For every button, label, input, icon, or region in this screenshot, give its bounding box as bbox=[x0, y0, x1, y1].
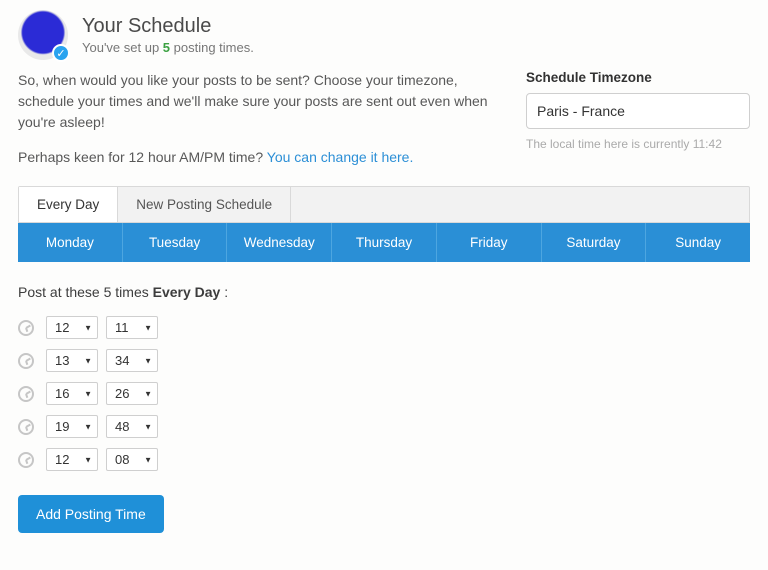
page-title: Your Schedule bbox=[82, 15, 254, 38]
hour-select[interactable]: 16 bbox=[46, 382, 98, 405]
clock-icon bbox=[18, 419, 34, 435]
page-header: ✓ Your Schedule You've set up 5 posting … bbox=[18, 10, 750, 60]
intro-paragraph-1: So, when would you like your posts to be… bbox=[18, 70, 500, 133]
hour-select[interactable]: 12 bbox=[46, 448, 98, 471]
hour-select[interactable]: 19 bbox=[46, 415, 98, 438]
clock-icon bbox=[18, 320, 34, 336]
time-row: 16 26 bbox=[18, 382, 750, 405]
times-list: 12 11 13 34 16 26 19 48 12 08 bbox=[18, 316, 750, 471]
minute-select[interactable]: 34 bbox=[106, 349, 158, 372]
minute-select[interactable]: 26 bbox=[106, 382, 158, 405]
day-monday[interactable]: Monday bbox=[18, 223, 123, 262]
post-times-heading: Post at these 5 times Every Day : bbox=[18, 284, 750, 300]
intro-paragraph-2: Perhaps keen for 12 hour AM/PM time? You… bbox=[18, 147, 500, 168]
day-thursday[interactable]: Thursday bbox=[332, 223, 437, 262]
schedule-tabs: Every Day New Posting Schedule bbox=[18, 186, 750, 223]
post-heading-suffix: : bbox=[220, 284, 228, 300]
header-text: Your Schedule You've set up 5 posting ti… bbox=[82, 15, 254, 55]
intro-p2-prefix: Perhaps keen for 12 hour AM/PM time? bbox=[18, 149, 267, 165]
minute-select[interactable]: 11 bbox=[106, 316, 158, 339]
subtitle-suffix: posting times. bbox=[170, 40, 254, 55]
tab-every-day[interactable]: Every Day bbox=[19, 187, 118, 222]
minute-select[interactable]: 08 bbox=[106, 448, 158, 471]
time-row: 12 08 bbox=[18, 448, 750, 471]
day-tuesday[interactable]: Tuesday bbox=[123, 223, 228, 262]
timezone-input[interactable] bbox=[526, 93, 750, 129]
change-time-format-link[interactable]: You can change it here. bbox=[267, 149, 414, 165]
tab-new-schedule[interactable]: New Posting Schedule bbox=[118, 187, 291, 222]
verified-badge-icon: ✓ bbox=[52, 44, 70, 62]
timezone-section: Schedule Timezone The local time here is… bbox=[526, 70, 750, 168]
clock-icon bbox=[18, 353, 34, 369]
time-row: 19 48 bbox=[18, 415, 750, 438]
intro-text: So, when would you like your posts to be… bbox=[18, 70, 500, 168]
subtitle-prefix: You've set up bbox=[82, 40, 163, 55]
hour-select[interactable]: 12 bbox=[46, 316, 98, 339]
minute-select[interactable]: 48 bbox=[106, 415, 158, 438]
time-row: 13 34 bbox=[18, 349, 750, 372]
day-sunday[interactable]: Sunday bbox=[646, 223, 750, 262]
post-heading-prefix: Post at these 5 times bbox=[18, 284, 153, 300]
timezone-label: Schedule Timezone bbox=[526, 70, 750, 85]
day-wednesday[interactable]: Wednesday bbox=[227, 223, 332, 262]
time-row: 12 11 bbox=[18, 316, 750, 339]
day-friday[interactable]: Friday bbox=[437, 223, 542, 262]
post-heading-strong: Every Day bbox=[153, 284, 221, 300]
timezone-hint: The local time here is currently 11:42 bbox=[526, 137, 750, 151]
page-subtitle: You've set up 5 posting times. bbox=[82, 40, 254, 55]
clock-icon bbox=[18, 386, 34, 402]
intro-row: So, when would you like your posts to be… bbox=[18, 70, 750, 168]
add-posting-time-button[interactable]: Add Posting Time bbox=[18, 495, 164, 533]
posting-count: 5 bbox=[163, 40, 170, 55]
days-row: Monday Tuesday Wednesday Thursday Friday… bbox=[18, 223, 750, 262]
day-saturday[interactable]: Saturday bbox=[542, 223, 647, 262]
avatar: ✓ bbox=[18, 10, 68, 60]
hour-select[interactable]: 13 bbox=[46, 349, 98, 372]
clock-icon bbox=[18, 452, 34, 468]
